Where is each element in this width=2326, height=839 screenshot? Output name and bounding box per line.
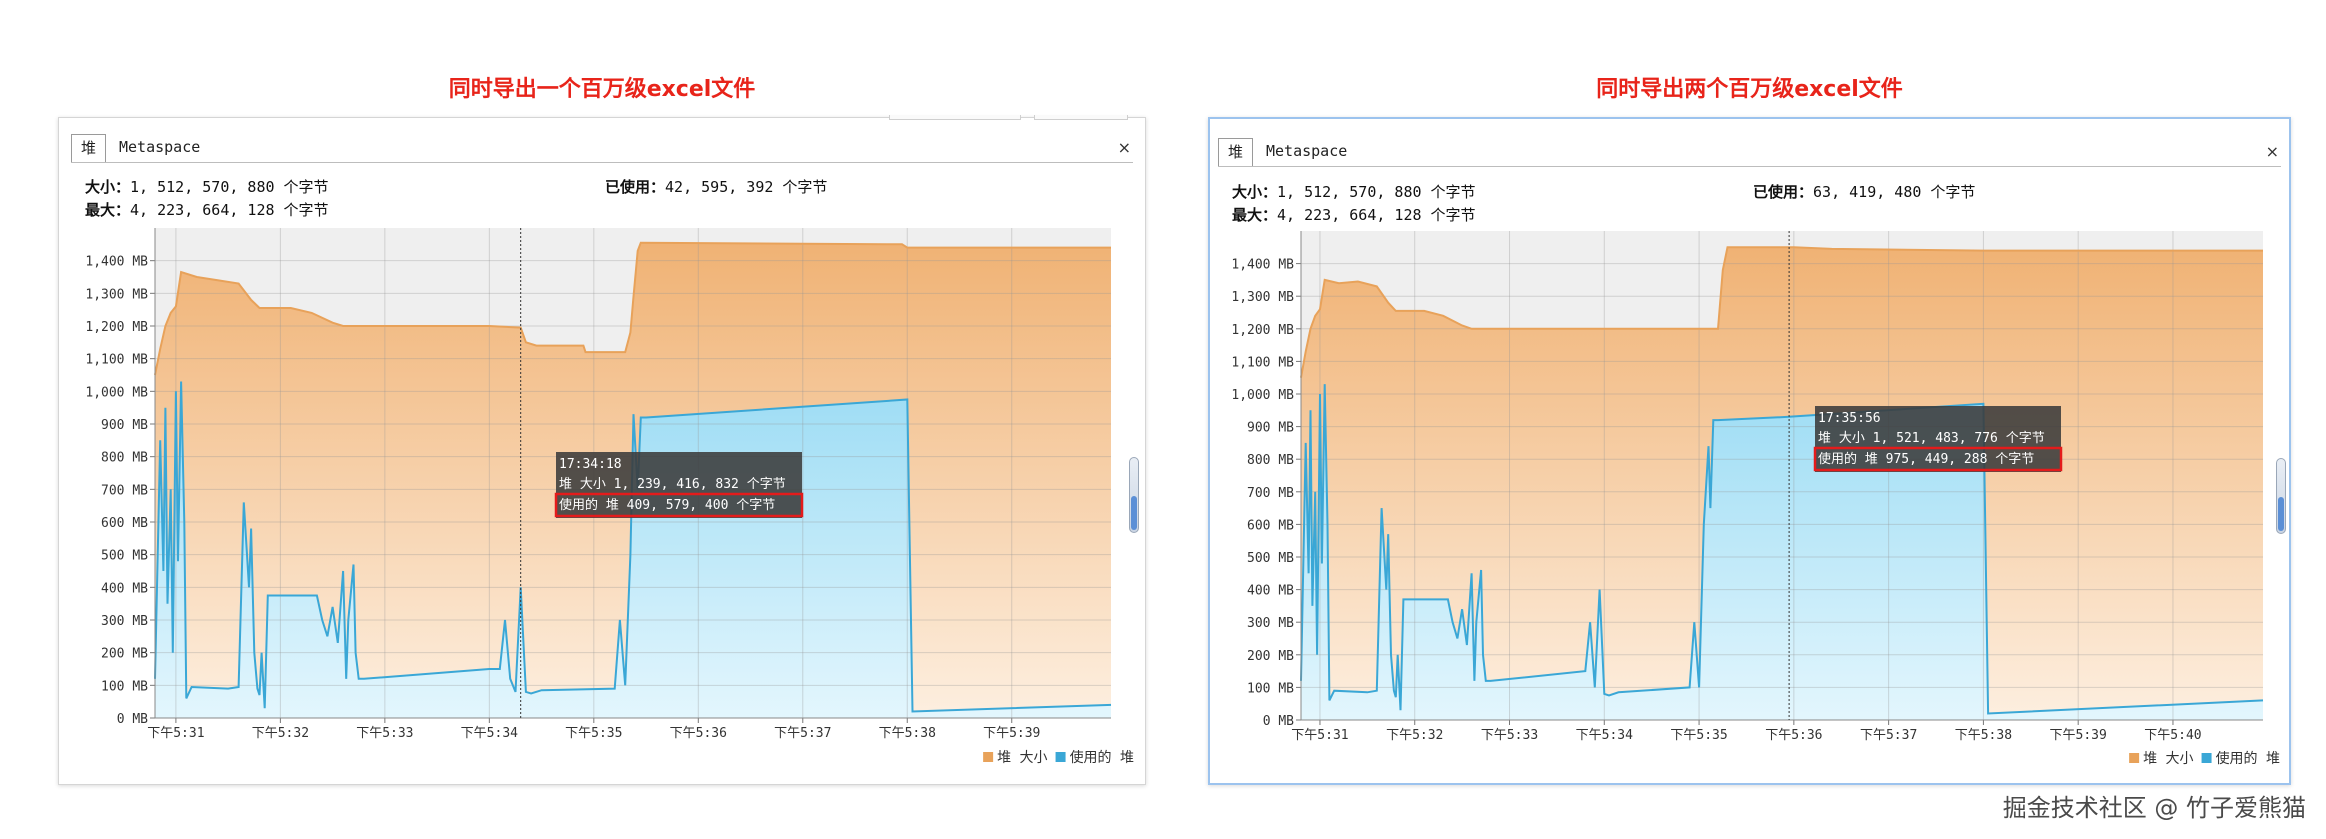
watermark: 掘金技术社区 @ 竹子爱熊猫 [2002,794,2306,822]
tooltip-time: 17:35:56 [1818,411,1881,426]
heap-monitor-panel-left: 堆 Metaspace × 大小：1, 512, 570, 880 个字节 最大… [58,115,1146,785]
y-tick-label: 0 MB [117,712,148,727]
legend-used-label: 使用的 堆 [1070,749,1134,766]
x-tick-label: 下午5:40 [2144,728,2201,743]
x-tick-label: 下午5:35 [565,726,622,741]
heap-monitor-panel-right: 堆 Metaspace × 大小：1, 512, 570, 880 个字节 最大… [1208,117,2291,785]
x-tick-label: 下午5:36 [670,726,727,741]
y-tick-label: 100 MB [101,679,148,694]
y-tick-label: 700 MB [1247,486,1294,501]
x-tick-label: 下午5:35 [1670,728,1727,743]
chart-caption-right: 同时导出两个百万级excel文件 [1596,77,1903,102]
chart-caption-left: 同时导出一个百万级excel文件 [448,77,756,102]
x-tick-label: 下午5:37 [774,726,831,741]
y-tick-label: 200 MB [101,647,148,662]
tooltip-used-heap: 使用的 堆 409, 579, 400 个字节 [559,497,775,513]
x-tick-label: 下午5:32 [1386,728,1443,743]
y-tick-label: 1,200 MB [85,320,148,335]
x-tick-label: 下午5:36 [1765,728,1822,743]
y-tick-label: 600 MB [1247,518,1294,533]
legend-heap-label: 堆 大小 [2143,751,2193,767]
y-tick-label: 300 MB [101,614,148,629]
tooltip-used-heap: 使用的 堆 975, 449, 288 个字节 [1818,451,2034,467]
y-tick-label: 700 MB [101,483,148,498]
y-tick-label: 1,200 MB [1231,323,1294,338]
x-tick-label: 下午5:34 [1576,728,1633,743]
x-tick-label: 下午5:33 [356,726,413,741]
legend-heap-swatch [2129,753,2140,763]
x-tick-label: 下午5:33 [1481,728,1538,743]
x-tick-label: 下午5:39 [983,726,1040,741]
y-tick-label: 1,300 MB [1231,290,1294,305]
y-tick-label: 800 MB [101,451,148,466]
tooltip-heap-size: 堆 大小 1, 239, 416, 832 个字节 [559,477,786,492]
legend-used-swatch [2201,753,2212,763]
legend-used-label: 使用的 堆 [2216,750,2280,767]
heap-chart-left: 0 MB 100 MB 200 MB 300 MB 400 MB 500 MB 600 MB… [85,228,1134,766]
y-tick-label: 1,400 MB [1231,258,1294,273]
y-tick-label: 1,400 MB [85,255,148,270]
y-tick-label: 900 MB [101,418,148,433]
y-tick-label: 500 MB [1247,551,1294,566]
x-tick-label: 下午5:34 [461,726,518,741]
y-tick-label: 200 MB [1247,649,1294,664]
heap-chart-right: 0 MB 100 MB 200 MB 300 MB 400 MB 500 MB 600 MB… [1231,231,2280,767]
x-tick-label: 下午5:38 [879,726,936,741]
y-tick-label: 1,100 MB [85,353,148,368]
legend-used-swatch [1055,752,1066,762]
legend-heap-swatch [983,752,994,762]
tooltip-heap-size: 堆 大小 1, 521, 483, 776 个字节 [1818,431,2045,446]
y-tick-label: 500 MB [101,549,148,564]
y-tick-label: 900 MB [1247,421,1294,436]
y-tick-label: 1,000 MB [1231,388,1294,403]
y-tick-label: 0 MB [1263,714,1294,729]
y-tick-label: 800 MB [1247,453,1294,468]
y-tick-label: 100 MB [1247,681,1294,696]
x-tick-label: 下午5:32 [252,726,309,741]
tooltip-time: 17:34:18 [559,457,622,472]
y-tick-label: 1,300 MB [85,287,148,302]
x-tick-label: 下午5:31 [147,726,204,741]
x-tick-label: 下午5:38 [1955,728,2012,743]
y-tick-label: 1,100 MB [1231,355,1294,370]
y-tick-label: 400 MB [101,581,148,596]
legend-heap-label: 堆 大小 [997,750,1047,766]
x-tick-label: 下午5:31 [1291,728,1348,743]
x-tick-label: 下午5:39 [2050,728,2107,743]
y-tick-label: 400 MB [1247,584,1294,599]
y-tick-label: 300 MB [1247,616,1294,631]
y-tick-label: 600 MB [101,516,148,531]
x-tick-label: 下午5:37 [1860,728,1917,743]
y-tick-label: 1,000 MB [85,385,148,400]
